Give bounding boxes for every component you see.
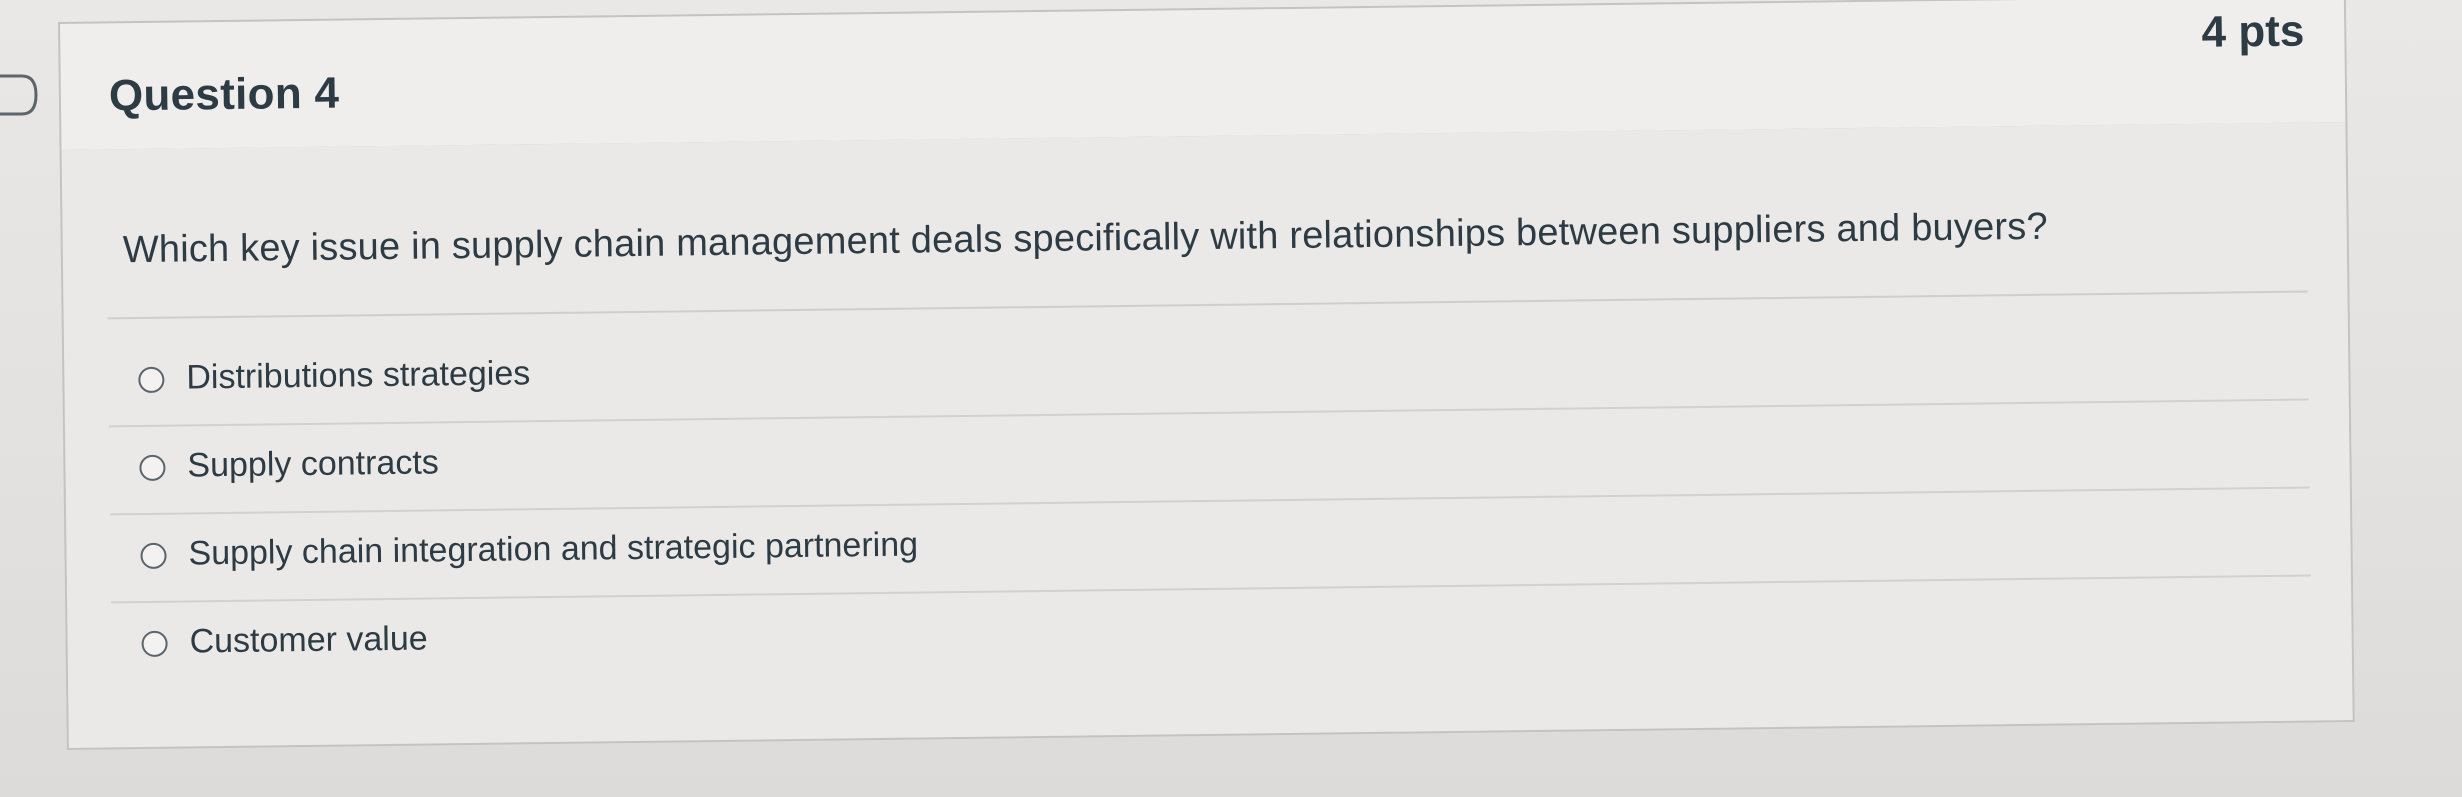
- question-text: Which key issue in supply chain manageme…: [122, 205, 2049, 272]
- answer-list: Distributions strategies Supply contract…: [107, 312, 2312, 692]
- question-divider: [107, 290, 2308, 320]
- radio-button-icon[interactable]: [139, 454, 166, 482]
- question-card: Question 4 4 pts Which key issue in supp…: [58, 0, 2355, 762]
- radio-button-icon[interactable]: [140, 542, 167, 570]
- answer-label[interactable]: Customer value: [189, 620, 428, 662]
- radio-button-icon[interactable]: [141, 630, 168, 658]
- question-title: Question 4: [108, 68, 340, 121]
- question-body: Which key issue in supply chain manageme…: [59, 122, 2355, 750]
- radio-button-icon[interactable]: [138, 366, 165, 394]
- answer-label[interactable]: Supply contracts: [187, 443, 439, 485]
- bookmark-flag-icon[interactable]: [0, 72, 40, 118]
- answer-label[interactable]: Distributions strategies: [186, 354, 530, 397]
- question-points: 4 pts: [2201, 6, 2305, 57]
- answer-label[interactable]: Supply chain integration and strategic p…: [188, 526, 918, 574]
- quiz-page: Question 4 4 pts Which key issue in supp…: [0, 0, 2462, 797]
